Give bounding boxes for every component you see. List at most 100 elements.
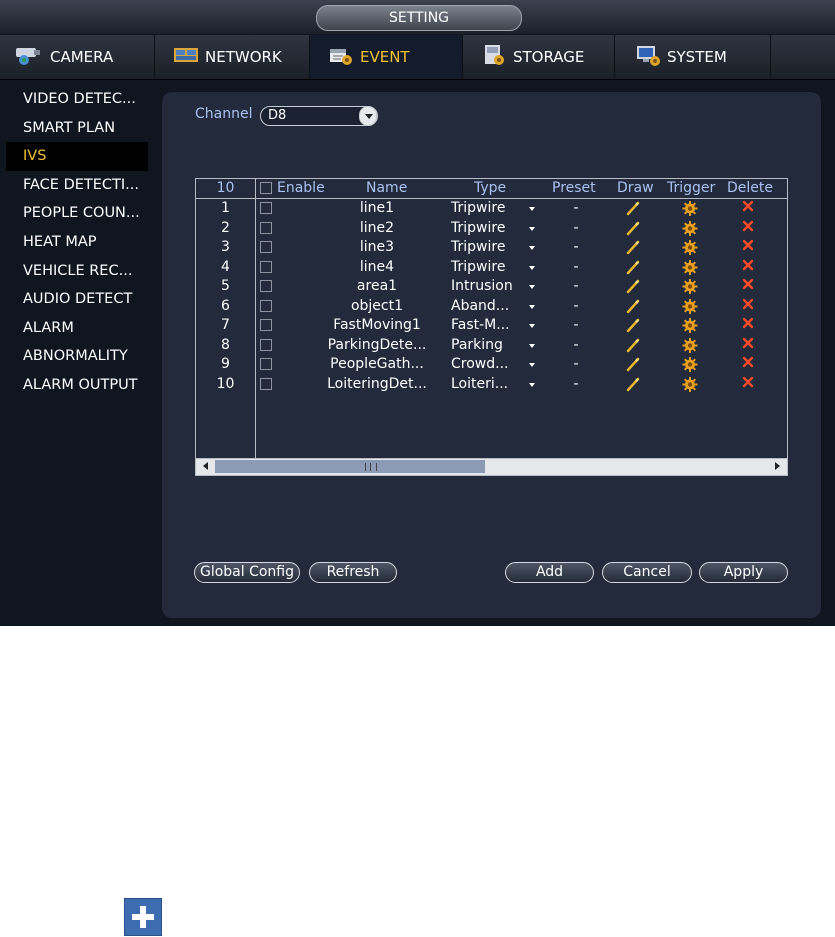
tab-network[interactable]: NETWORK [155,35,310,79]
delete-icon[interactable] [742,316,754,336]
trigger-gear-icon[interactable] [682,376,698,400]
rule-name[interactable]: line3 [316,238,438,258]
delete-icon[interactable] [742,238,754,258]
enable-checkbox[interactable] [260,280,272,292]
rule-type[interactable]: Aband... [451,297,516,317]
enable-checkbox[interactable] [260,260,272,273]
header-trigger: Trigger [667,180,716,196]
sidebar-item-smart-plan[interactable]: SMART PLAN [6,114,148,143]
table-row[interactable]: 9 PeopleGath... Crowd... - [196,355,787,375]
tab-event[interactable]: EVENT [310,35,463,79]
sidebar-item-alarm[interactable]: ALARM [6,314,148,343]
rule-name[interactable]: line4 [316,258,438,278]
rule-preset: - [573,297,579,314]
add-button[interactable]: Add [505,562,594,583]
rule-type[interactable]: Fast-M... [451,316,516,336]
table-row[interactable]: 4 line4 Tripwire - [196,258,787,278]
header-enable: Enable [277,180,325,196]
title-bar: SETTING [0,0,835,34]
type-dropdown-caret-icon[interactable] [529,324,535,328]
delete-icon[interactable] [742,355,754,375]
rule-name[interactable]: LoiteringDet... [316,375,438,395]
enable-checkbox[interactable] [260,319,272,331]
rule-type[interactable]: Crowd... [451,355,516,375]
sidebar-item-audio-detect[interactable]: AUDIO DETECT [6,285,148,314]
global-config-button[interactable]: Global Config [194,562,300,583]
horizontal-scrollbar[interactable] [196,458,787,475]
enable-checkbox[interactable] [260,338,272,351]
refresh-button[interactable]: Refresh [309,562,397,583]
table-row[interactable]: 8 ParkingDete... Parking - [196,336,787,356]
tab-camera[interactable]: CAMERA [0,35,155,79]
apply-button[interactable]: Apply [699,562,788,583]
sidebar-item-vehicle-recognition[interactable]: VEHICLE REC... [6,257,148,286]
ivs-content-panel: Channel D8 10 Enable Name Type Preset Dr… [162,92,821,618]
table-row[interactable]: 2 line2 Tripwire - [196,219,787,239]
delete-icon[interactable] [742,375,754,395]
enable-checkbox[interactable] [260,221,272,234]
type-dropdown-caret-icon[interactable] [529,304,535,309]
rule-type[interactable]: Intrusion [451,277,516,297]
type-dropdown-caret-icon[interactable] [529,382,535,387]
table-row[interactable]: 1 line1 Tripwire - [196,199,787,219]
select-all-checkbox[interactable] [260,182,272,194]
delete-icon[interactable] [742,297,754,317]
row-number: 9 [221,356,230,372]
scrollbar-thumb[interactable] [215,460,485,473]
enable-checkbox[interactable] [260,358,272,370]
scroll-left-icon[interactable] [203,462,208,470]
rule-type[interactable]: Loiteri... [451,375,516,395]
type-dropdown-caret-icon[interactable] [529,363,535,367]
delete-icon[interactable] [742,258,754,278]
table-row[interactable]: 6 object1 Aband... - [196,297,787,317]
type-dropdown-caret-icon[interactable] [529,285,535,289]
cancel-button[interactable]: Cancel [602,562,692,583]
type-dropdown-caret-icon[interactable] [529,226,535,231]
sidebar-item-video-detect[interactable]: VIDEO DETEC... [6,85,148,114]
sidebar-item-alarm-output[interactable]: ALARM OUTPUT [6,371,148,400]
enable-checkbox[interactable] [260,377,272,390]
delete-icon[interactable] [742,219,754,239]
scroll-right-icon[interactable] [775,462,780,470]
channel-select[interactable]: D8 [260,106,378,126]
rule-name[interactable]: FastMoving1 [316,316,438,336]
sidebar-item-face-detection[interactable]: FACE DETECTI... [6,171,148,200]
rule-name[interactable]: ParkingDete... [316,336,438,356]
rule-name[interactable]: line1 [316,199,438,219]
delete-icon[interactable] [742,277,754,297]
rule-name[interactable]: line2 [316,219,438,239]
type-dropdown-caret-icon[interactable] [529,265,535,270]
rule-type[interactable]: Tripwire [451,219,516,239]
delete-icon[interactable] [742,336,754,356]
rule-name[interactable]: PeopleGath... [316,355,438,375]
enable-checkbox[interactable] [260,202,272,214]
enable-checkbox[interactable] [260,241,272,253]
table-row[interactable]: 3 line3 Tripwire - [196,238,787,258]
sidebar-item-ivs[interactable]: IVS [6,142,148,171]
draw-pencil-icon[interactable] [626,376,640,399]
sidebar-item-heat-map[interactable]: HEAT MAP [6,228,148,257]
rule-name[interactable]: area1 [316,277,438,297]
table-row[interactable]: 10 LoiteringDet... Loiteri... - [196,375,787,395]
enable-checkbox[interactable] [260,299,272,312]
tab-storage[interactable]: STORAGE [463,35,615,79]
plus-icon[interactable] [124,898,162,936]
rule-type[interactable]: Parking [451,336,516,356]
rule-type[interactable]: Tripwire [451,238,516,258]
row-number: 6 [221,297,230,314]
type-dropdown-caret-icon[interactable] [529,207,535,211]
rule-type[interactable]: Tripwire [451,199,516,219]
delete-icon[interactable] [742,199,754,219]
rule-count: 10 [216,180,235,196]
table-row[interactable]: 7 FastMoving1 Fast-M... - [196,316,787,336]
type-dropdown-caret-icon[interactable] [529,343,535,348]
sidebar-item-abnormality[interactable]: ABNORMALITY [6,342,148,371]
header-preset: Preset [552,180,596,196]
type-dropdown-caret-icon[interactable] [529,246,535,250]
rule-type[interactable]: Tripwire [451,258,516,278]
chevron-down-icon[interactable] [359,106,377,126]
rule-name[interactable]: object1 [316,297,438,317]
tab-system[interactable]: SYSTEM [615,35,771,79]
table-row[interactable]: 5 area1 Intrusion - [196,277,787,297]
sidebar-item-people-counting[interactable]: PEOPLE COUN... [6,199,148,228]
